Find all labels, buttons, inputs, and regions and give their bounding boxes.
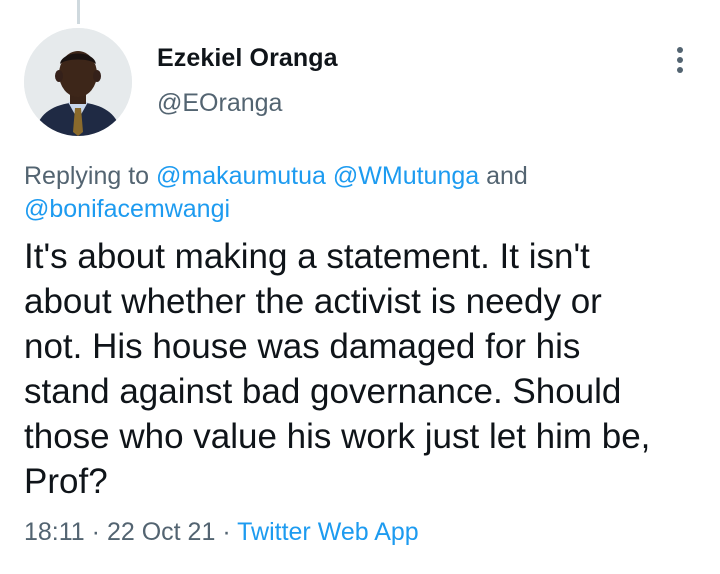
tweet-metadata: 18:11 · 22 Oct 21 · Twitter Web App (24, 518, 419, 547)
replying-to-line: Replying to @makaumutua @WMutunga and @b… (24, 160, 694, 226)
mention-link[interactable]: @makaumutua (156, 162, 326, 190)
tweet-date[interactable]: 22 Oct 21 (107, 518, 215, 546)
tweet-text: It's about making a statement. It isn't … (24, 237, 651, 501)
tweet-time[interactable]: 18:11 (24, 518, 85, 546)
meta-separator: · (91, 518, 100, 546)
avatar-photo-image (24, 28, 132, 136)
author-handle[interactable]: @EOranga (157, 89, 282, 118)
replying-to-label: Replying to (24, 162, 150, 190)
more-dot-icon (677, 67, 683, 73)
source-app-link[interactable]: Twitter Web App (237, 518, 419, 546)
author-avatar[interactable] (24, 28, 132, 136)
mention-link[interactable]: @WMutunga (333, 162, 479, 190)
more-options-icon[interactable] (668, 44, 692, 76)
more-dot-icon (677, 57, 683, 63)
thread-connector-line (77, 0, 80, 24)
meta-separator: · (222, 518, 231, 546)
replying-to-conjunction: and (486, 162, 528, 190)
author-name[interactable]: Ezekiel Oranga (157, 44, 338, 73)
mention-link[interactable]: @bonifacemwangi (24, 195, 230, 223)
more-dot-icon (677, 47, 683, 53)
